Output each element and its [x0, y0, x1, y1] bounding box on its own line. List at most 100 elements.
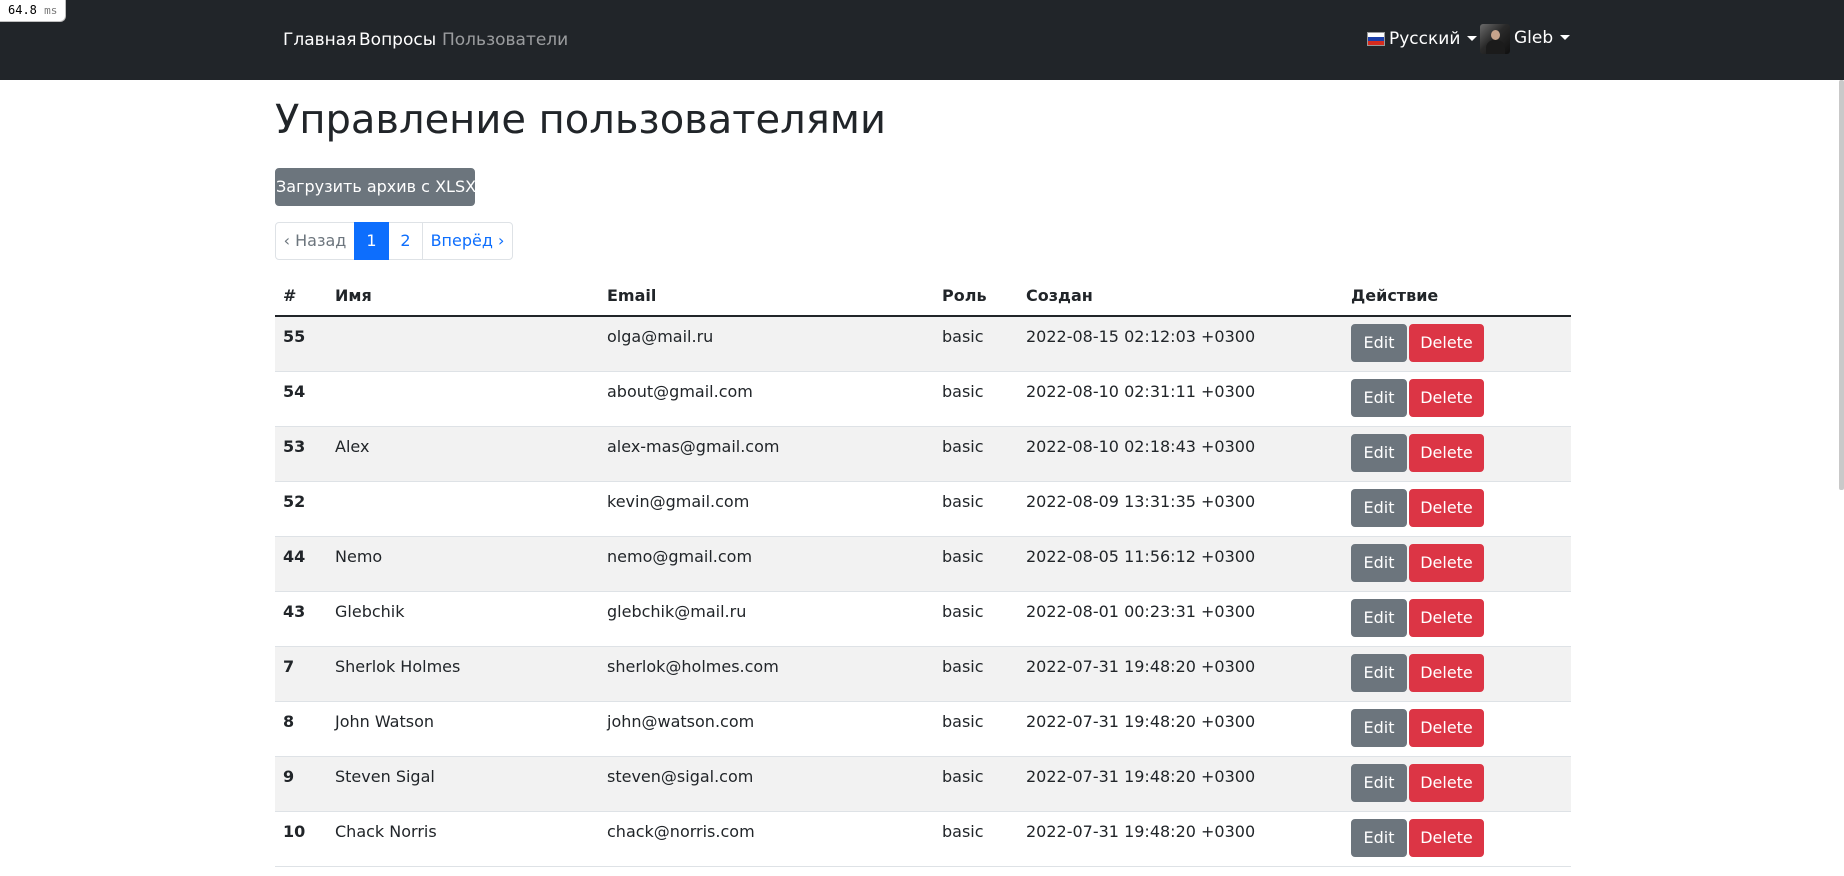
user-email: olga@mail.ru — [599, 316, 934, 372]
table-row: 10 Chack Norris chack@norris.com basic 2022-… — [275, 811, 1571, 867]
table-row: 55 olga@mail.ru basic 2022-08-15 02:12:03 +… — [275, 316, 1571, 372]
user-name: Glebchik — [327, 591, 599, 647]
user-actions: Edit Delete — [1343, 591, 1571, 647]
timer-unit: ms — [44, 4, 58, 17]
timer-value: 64.8 — [8, 3, 37, 17]
user-id: 7 — [275, 646, 327, 702]
user-email: glebchik@mail.ru — [599, 591, 934, 647]
nav-link-questions[interactable]: Вопросы — [359, 30, 436, 50]
users-table: # Имя Email Роль Создан Действие 55 olga@… — [275, 276, 1571, 867]
user-role: basic — [934, 316, 1018, 372]
user-created: 2022-08-05 11:56:12 +0300 — [1018, 536, 1343, 592]
user-created: 2022-08-09 13:31:35 +0300 — [1018, 481, 1343, 537]
user-role: basic — [934, 701, 1018, 757]
user-created: 2022-08-10 02:31:11 +0300 — [1018, 371, 1343, 427]
user-id: 53 — [275, 426, 327, 482]
delete-button[interactable]: Delete — [1409, 543, 1484, 582]
avatar[interactable] — [1480, 24, 1510, 54]
column-header-name: Имя — [327, 276, 599, 317]
edit-button[interactable]: Edit — [1351, 708, 1407, 747]
column-header-action: Действие — [1343, 276, 1571, 317]
pagination-page-1[interactable]: 1 — [354, 222, 389, 260]
user-actions: Edit Delete — [1343, 536, 1571, 592]
pagination-page-2[interactable]: 2 — [388, 222, 423, 260]
upload-xlsx-button[interactable]: Загрузить архив с XLSX — [275, 168, 476, 206]
edit-button[interactable]: Edit — [1351, 818, 1407, 857]
user-role: basic — [934, 811, 1018, 867]
delete-button[interactable]: Delete — [1409, 708, 1484, 747]
user-actions: Edit Delete — [1343, 426, 1571, 482]
edit-button[interactable]: Edit — [1351, 378, 1407, 417]
user-role: basic — [934, 536, 1018, 592]
edit-button[interactable]: Edit — [1351, 598, 1407, 637]
user-created: 2022-07-31 19:48:20 +0300 — [1018, 756, 1343, 812]
user-email: sherlok@holmes.com — [599, 646, 934, 702]
edit-button[interactable]: Edit — [1351, 324, 1407, 362]
user-email: chack@norris.com — [599, 811, 934, 867]
column-header-email: Email — [599, 276, 934, 317]
pagination-prev[interactable]: ‹ Назад — [275, 222, 355, 260]
chevron-down-icon — [1467, 36, 1478, 41]
user-name — [327, 481, 599, 537]
delete-button[interactable]: Delete — [1409, 324, 1484, 362]
user-id: 8 — [275, 701, 327, 757]
scrollbar[interactable] — [1839, 80, 1844, 490]
user-id: 44 — [275, 536, 327, 592]
user-id: 52 — [275, 481, 327, 537]
delete-button[interactable]: Delete — [1409, 598, 1484, 637]
column-header-role: Роль — [934, 276, 1018, 317]
table-row: 7 Sherlok Holmes sherlok@holmes.com basic 20… — [275, 646, 1571, 702]
edit-button[interactable]: Edit — [1351, 653, 1407, 692]
user-id: 54 — [275, 371, 327, 427]
user-name — [327, 371, 599, 427]
delete-button[interactable]: Delete — [1409, 433, 1484, 472]
edit-button[interactable]: Edit — [1351, 763, 1407, 802]
user-name: Alex — [327, 426, 599, 482]
language-label: Русский — [1389, 29, 1461, 49]
nav-link-users[interactable]: Пользователи — [442, 30, 568, 50]
user-name: Gleb — [1514, 28, 1554, 48]
edit-button[interactable]: Edit — [1351, 433, 1407, 472]
delete-button[interactable]: Delete — [1409, 818, 1484, 857]
user-name — [327, 316, 599, 372]
edit-button[interactable]: Edit — [1351, 543, 1407, 582]
pagination-next[interactable]: Вперёд › — [422, 222, 513, 260]
user-created: 2022-08-01 00:23:31 +0300 — [1018, 591, 1343, 647]
user-email: john@watson.com — [599, 701, 934, 757]
edit-button[interactable]: Edit — [1351, 488, 1407, 527]
user-dropdown[interactable]: Gleb — [1514, 28, 1571, 48]
user-email: alex-mas@gmail.com — [599, 426, 934, 482]
user-id: 10 — [275, 811, 327, 867]
russia-flag-icon — [1367, 32, 1385, 46]
user-actions: Edit Delete — [1343, 646, 1571, 702]
user-role: basic — [934, 371, 1018, 427]
navbar: Главная Вопросы Пользователи Русский Gle… — [0, 0, 1844, 80]
user-role: basic — [934, 591, 1018, 647]
nav-link-home[interactable]: Главная — [283, 30, 356, 50]
column-header-num: # — [275, 276, 327, 317]
delete-button[interactable]: Delete — [1409, 378, 1484, 417]
table-row: 53 Alex alex-mas@gmail.com basic 2022-08-10 … — [275, 426, 1571, 482]
user-role: basic — [934, 646, 1018, 702]
table-row: 44 Nemo nemo@gmail.com basic 2022-08-05 11:5… — [275, 536, 1571, 592]
user-created: 2022-07-31 19:48:20 +0300 — [1018, 811, 1343, 867]
table-row: 43 Glebchik glebchik@mail.ru basic 2022-08-0… — [275, 591, 1571, 647]
user-email: steven@sigal.com — [599, 756, 934, 812]
render-timer: 64.8 ms — [0, 0, 67, 22]
delete-button[interactable]: Delete — [1409, 763, 1484, 802]
user-name: Chack Norris — [327, 811, 599, 867]
user-name: Sherlok Holmes — [327, 646, 599, 702]
delete-button[interactable]: Delete — [1409, 653, 1484, 692]
user-actions: Edit Delete — [1343, 481, 1571, 537]
language-dropdown[interactable]: Русский — [1389, 29, 1478, 49]
table-row: 52 kevin@gmail.com basic 2022-08-09 13:31:3… — [275, 481, 1571, 537]
table-header-row: # Имя Email Роль Создан Действие — [275, 276, 1571, 317]
delete-button[interactable]: Delete — [1409, 488, 1484, 527]
user-created: 2022-07-31 19:48:20 +0300 — [1018, 646, 1343, 702]
table-body: 55 olga@mail.ru basic 2022-08-15 02:12:03 +… — [275, 316, 1571, 867]
user-role: basic — [934, 481, 1018, 537]
user-role: basic — [934, 426, 1018, 482]
user-email: kevin@gmail.com — [599, 481, 934, 537]
user-created: 2022-08-10 02:18:43 +0300 — [1018, 426, 1343, 482]
pagination: ‹ Назад 1 2 Вперёд › — [275, 222, 513, 260]
